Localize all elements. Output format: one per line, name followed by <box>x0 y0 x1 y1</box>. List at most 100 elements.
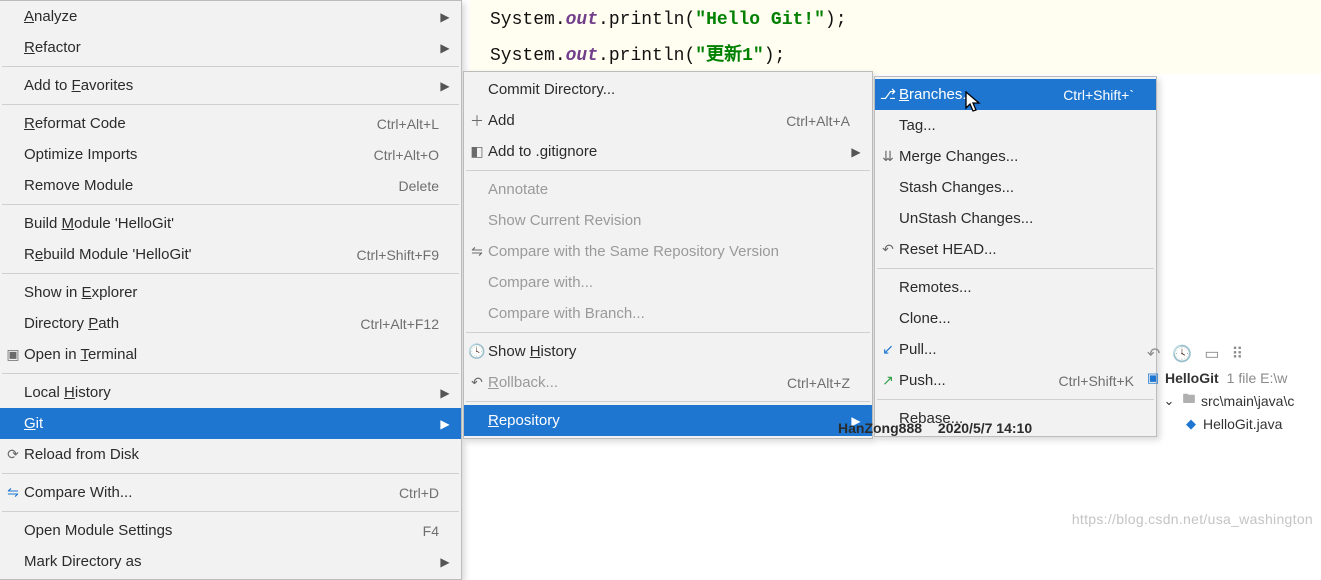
menu-separator <box>877 399 1154 400</box>
chevron-down-icon: ⌄ <box>1161 393 1177 409</box>
code-line-2: System.out.println("更新1"); <box>490 38 1321 74</box>
commit-date: 2020/5/7 14:10 <box>938 420 1032 436</box>
shortcut-label: Ctrl+Shift+` <box>1063 87 1134 103</box>
undo-icon: ↶ <box>466 374 488 391</box>
menu-compare-with[interactable]: ⇋ Compare With... Ctrl+D <box>0 477 461 508</box>
menu-local-history[interactable]: Local History ▶ <box>0 377 461 408</box>
plus-icon: ＋ <box>466 111 488 131</box>
menu-merge-changes[interactable]: ⇊ Merge Changes... <box>875 141 1156 172</box>
menu-compare-repo-version: ⇋ Compare with the Same Repository Versi… <box>464 236 872 267</box>
tree-file[interactable]: ◆ HelloGit.java <box>1141 414 1321 434</box>
chevron-right-icon: ▶ <box>439 79 451 93</box>
menu-show-current-revision: Show Current Revision <box>464 205 872 236</box>
menu-rollback: ↶ Rollback... Ctrl+Alt+Z <box>464 367 872 398</box>
menu-separator <box>2 473 459 474</box>
menu-add-gitignore[interactable]: ◧ Add to .gitignore ▶ <box>464 136 872 167</box>
pull-icon: ↙ <box>877 341 899 358</box>
shortcut-label: Ctrl+Shift+F9 <box>357 247 439 263</box>
tree-toolbar: ↶ 🕓 ▭ ⠿ <box>1141 340 1321 368</box>
project-tree: ↶ 🕓 ▭ ⠿ ▣ HelloGit 1 file E:\w ⌄ 🖿 src\m… <box>1141 340 1321 434</box>
menu-rebuild-module[interactable]: Rebuild Module 'HelloGit' Ctrl+Shift+F9 <box>0 239 461 270</box>
code-editor: System.out.println("Hello Git!"); System… <box>470 0 1321 74</box>
shortcut-label: Ctrl+Shift+K <box>1059 373 1134 389</box>
menu-show-history[interactable]: 🕓 Show History <box>464 336 872 367</box>
menu-separator <box>2 373 459 374</box>
menu-open-terminal[interactable]: ▣ Open in Terminal <box>0 339 461 370</box>
gitignore-icon: ◧ <box>466 143 488 160</box>
branch-icon: ⎇ <box>877 86 899 103</box>
folder-icon: 🖿 <box>1181 390 1197 412</box>
chevron-right-icon: ▶ <box>439 555 451 569</box>
menu-separator <box>2 66 459 67</box>
menu-directory-path[interactable]: Directory Path Ctrl+Alt+F12 <box>0 308 461 339</box>
chevron-right-icon: ▶ <box>439 41 451 55</box>
menu-separator <box>466 170 870 171</box>
undo-icon: ↶ <box>877 241 899 258</box>
shortcut-label: Ctrl+Alt+Z <box>787 375 850 391</box>
push-icon: ↗ <box>877 372 899 389</box>
menu-analyze[interactable]: Analyze ▶ <box>0 1 461 32</box>
code-line-1: System.out.println("Hello Git!"); <box>490 2 1321 38</box>
shortcut-label: Ctrl+Alt+A <box>786 113 850 129</box>
menu-tag[interactable]: Tag... <box>875 110 1156 141</box>
tree-root[interactable]: ▣ HelloGit 1 file E:\w <box>1141 368 1321 388</box>
menu-commit-directory[interactable]: Commit Directory... <box>464 74 872 105</box>
menu-refactor[interactable]: Refactor ▶ <box>0 32 461 63</box>
menu-git[interactable]: Git ▶ <box>0 408 461 439</box>
menu-mark-directory[interactable]: Mark Directory as ▶ <box>0 546 461 577</box>
java-file-icon: ◆ <box>1183 416 1199 432</box>
chevron-right-icon: ▶ <box>439 10 451 24</box>
reload-icon: ⟳ <box>2 446 24 463</box>
menu-reload-disk[interactable]: ⟳ Reload from Disk <box>0 439 461 470</box>
shortcut-label: Delete <box>399 178 439 194</box>
commit-author: HanZong888 <box>838 420 922 436</box>
menu-separator <box>2 511 459 512</box>
menu-annotate: Annotate <box>464 174 872 205</box>
panel-icon[interactable]: ▭ <box>1204 344 1219 364</box>
menu-git-add[interactable]: ＋ Add Ctrl+Alt+A <box>464 105 872 136</box>
menu-separator <box>2 104 459 105</box>
menu-remotes[interactable]: Remotes... <box>875 272 1156 303</box>
menu-add-favorites[interactable]: Add to Favorites ▶ <box>0 70 461 101</box>
tree-folder[interactable]: ⌄ 🖿 src\main\java\c <box>1141 388 1321 414</box>
terminal-icon: ▣ <box>2 346 24 363</box>
menu-show-explorer[interactable]: Show in Explorer <box>0 277 461 308</box>
clock-icon[interactable]: 🕓 <box>1172 344 1192 364</box>
menu-branches[interactable]: ⎇ Branches... Ctrl+Shift+` <box>875 79 1156 110</box>
undo-icon[interactable]: ↶ <box>1147 344 1160 364</box>
menu-stash-changes[interactable]: Stash Changes... <box>875 172 1156 203</box>
module-icon: ▣ <box>1145 370 1161 386</box>
shortcut-label: Ctrl+D <box>399 485 439 501</box>
shortcut-label: Ctrl+Alt+O <box>374 147 439 163</box>
menu-clone[interactable]: Clone... <box>875 303 1156 334</box>
shortcut-label: F4 <box>423 523 439 539</box>
grid-icon[interactable]: ⠿ <box>1231 344 1243 364</box>
menu-remove-module[interactable]: Remove Module Delete <box>0 170 461 201</box>
menu-unstash-changes[interactable]: UnStash Changes... <box>875 203 1156 234</box>
chevron-right-icon: ▶ <box>439 386 451 400</box>
merge-icon: ⇊ <box>877 148 899 165</box>
menu-optimize-imports[interactable]: Optimize Imports Ctrl+Alt+O <box>0 139 461 170</box>
shortcut-label: Ctrl+Alt+F12 <box>360 316 439 332</box>
menu-separator <box>466 332 870 333</box>
menu-compare-with: Compare with... <box>464 267 872 298</box>
compare-icon: ⇋ <box>2 484 24 501</box>
clock-icon: 🕓 <box>466 343 488 360</box>
menu-separator <box>2 204 459 205</box>
context-menu-repository: ⎇ Branches... Ctrl+Shift+` Tag... ⇊ Merg… <box>874 76 1157 437</box>
menu-separator <box>2 273 459 274</box>
menu-push[interactable]: ↗ Push... Ctrl+Shift+K <box>875 365 1156 396</box>
chevron-right-icon: ▶ <box>850 145 862 159</box>
context-menu-git: Commit Directory... ＋ Add Ctrl+Alt+A ◧ A… <box>463 71 873 439</box>
menu-pull[interactable]: ↙ Pull... <box>875 334 1156 365</box>
menu-build-module[interactable]: Build Module 'HelloGit' <box>0 208 461 239</box>
menu-compare-branch: Compare with Branch... <box>464 298 872 329</box>
compare-icon: ⇋ <box>466 243 488 260</box>
menu-open-module-settings[interactable]: Open Module Settings F4 <box>0 515 461 546</box>
menu-repository[interactable]: Repository ▶ <box>464 405 872 436</box>
menu-separator <box>877 268 1154 269</box>
menu-reset-head[interactable]: ↶ Reset HEAD... <box>875 234 1156 265</box>
menu-reformat-code[interactable]: Reformat Code Ctrl+Alt+L <box>0 108 461 139</box>
context-menu-main: Analyze ▶ Refactor ▶ Add to Favorites ▶ … <box>0 0 462 580</box>
chevron-right-icon: ▶ <box>439 417 451 431</box>
